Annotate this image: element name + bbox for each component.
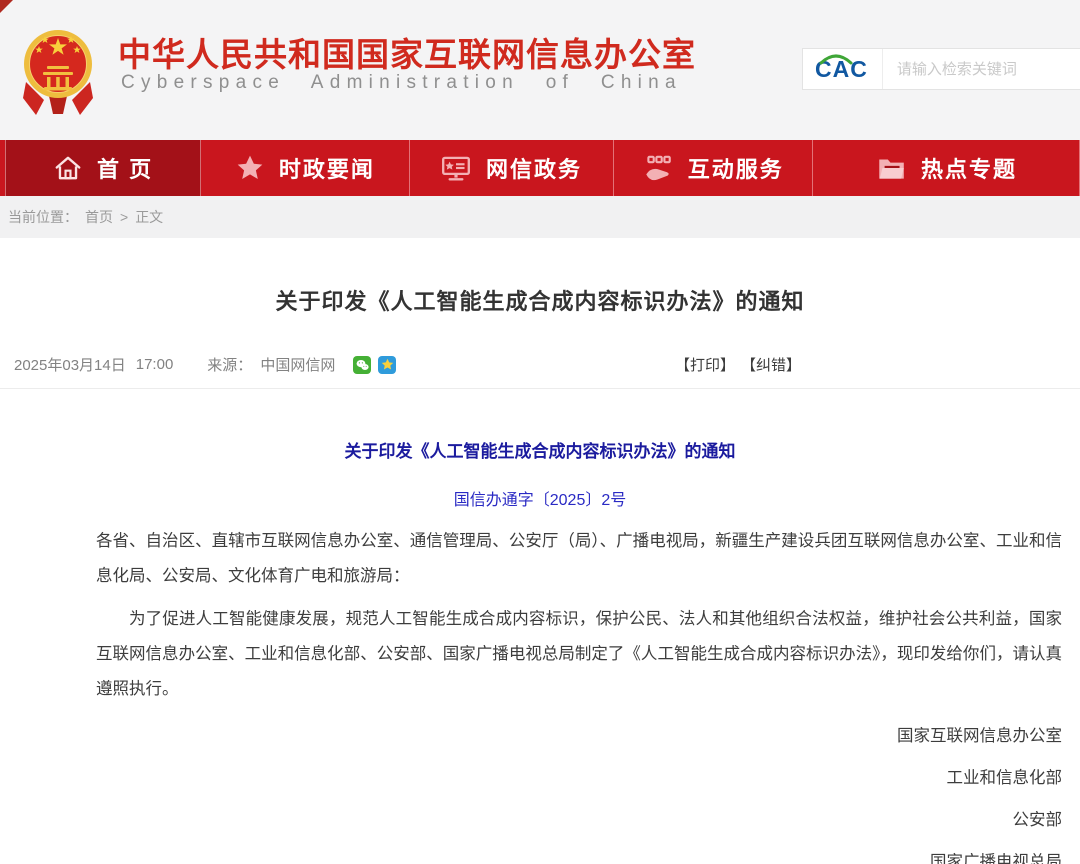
article-time: 17:00 (136, 356, 174, 373)
page: 中华人民共和国国家互联网信息办公室 Cyberspace Administrat… (0, 0, 1080, 864)
nav-item-news[interactable]: 时政要闻 (201, 140, 409, 196)
wechat-share-icon[interactable] (353, 356, 371, 374)
nav-label: 互动服务 (688, 152, 784, 184)
breadcrumb-home-link[interactable]: 首页 (85, 207, 113, 227)
search-box: CAC (802, 48, 1080, 90)
qzone-share-icon[interactable] (378, 356, 396, 374)
signature-agency: 工业和信息化部 (96, 757, 1062, 799)
folder-icon (875, 153, 907, 183)
nav-label: 首 页 (97, 152, 153, 184)
paragraph-main: 为了促进人工智能健康发展，规范人工智能生成合成内容标识，保护公民、法人和其他组织… (96, 602, 1062, 707)
print-button[interactable]: 【打印】 (675, 354, 735, 375)
source-label: 来源： (207, 354, 252, 375)
monitor-icon (440, 153, 472, 183)
nav-item-interactive-service[interactable]: 互动服务 (614, 140, 814, 196)
article-body: 各省、自治区、直辖市互联网信息办公室、通信管理局、公安厅（局）、广播电视局，新疆… (0, 510, 1080, 864)
document-title: 关于印发《人工智能生成合成内容标识办法》的通知 (0, 437, 1080, 462)
site-title: 中华人民共和国国家互联网信息办公室 (118, 28, 696, 76)
nav-label: 时政要闻 (279, 152, 375, 184)
cac-logo-arc (818, 52, 854, 65)
share-icons (353, 356, 396, 374)
cac-logo: CAC (803, 49, 883, 89)
meta-separator (0, 388, 1080, 389)
corner-fold-decoration (0, 0, 13, 13)
nav-label: 网信政务 (486, 152, 582, 184)
national-emblem-icon (22, 20, 94, 123)
paragraph-addressees: 各省、自治区、直辖市互联网信息办公室、通信管理局、公安厅（局）、广播电视局，新疆… (96, 524, 1062, 594)
nav-item-hot-topics[interactable]: 热点专题 (813, 140, 1080, 196)
signature-agency: 国家互联网信息办公室 (96, 715, 1062, 757)
home-icon (53, 153, 83, 183)
document-number: 国信办通字〔2025〕2号 (0, 486, 1080, 510)
breadcrumb: 当前位置： 首页 > 正文 (0, 196, 1080, 238)
correction-button[interactable]: 【纠错】 (741, 354, 801, 375)
signature-agency: 国家广播电视总局 (96, 841, 1062, 864)
site-header: 中华人民共和国国家互联网信息办公室 Cyberspace Administrat… (0, 0, 1080, 140)
star-icon (235, 153, 265, 183)
article-date: 2025年03月14日 (14, 354, 126, 375)
source-name: 中国网信网 (260, 354, 335, 375)
main-nav: 首 页 时政要闻 网信政务 (0, 140, 1080, 196)
hand-service-icon (642, 153, 674, 183)
article-meta-row: 2025年03月14日 17:00 来源： 中国网信网 (0, 350, 1080, 380)
page-title: 关于印发《人工智能生成合成内容标识办法》的通知 (0, 238, 1080, 316)
nav-label: 热点专题 (921, 152, 1017, 184)
site-subtitle-english: Cyberspace Administration of China (121, 72, 682, 94)
search-input[interactable] (883, 50, 1080, 88)
nav-item-home[interactable]: 首 页 (5, 140, 201, 196)
nav-item-egov[interactable]: 网信政务 (410, 140, 614, 196)
article-content: 关于印发《人工智能生成合成内容标识办法》的通知 2025年03月14日 17:0… (0, 238, 1080, 864)
breadcrumb-current: 正文 (135, 207, 163, 227)
breadcrumb-separator: > (120, 209, 128, 225)
article-actions: 【打印】 【纠错】 (675, 354, 801, 375)
signature-agency: 公安部 (96, 799, 1062, 841)
article-meta: 2025年03月14日 17:00 来源： 中国网信网 (14, 354, 396, 375)
signature-block: 国家互联网信息办公室 工业和信息化部 公安部 国家广播电视总局 2025年3月7… (96, 715, 1062, 864)
breadcrumb-label: 当前位置： (8, 207, 78, 227)
